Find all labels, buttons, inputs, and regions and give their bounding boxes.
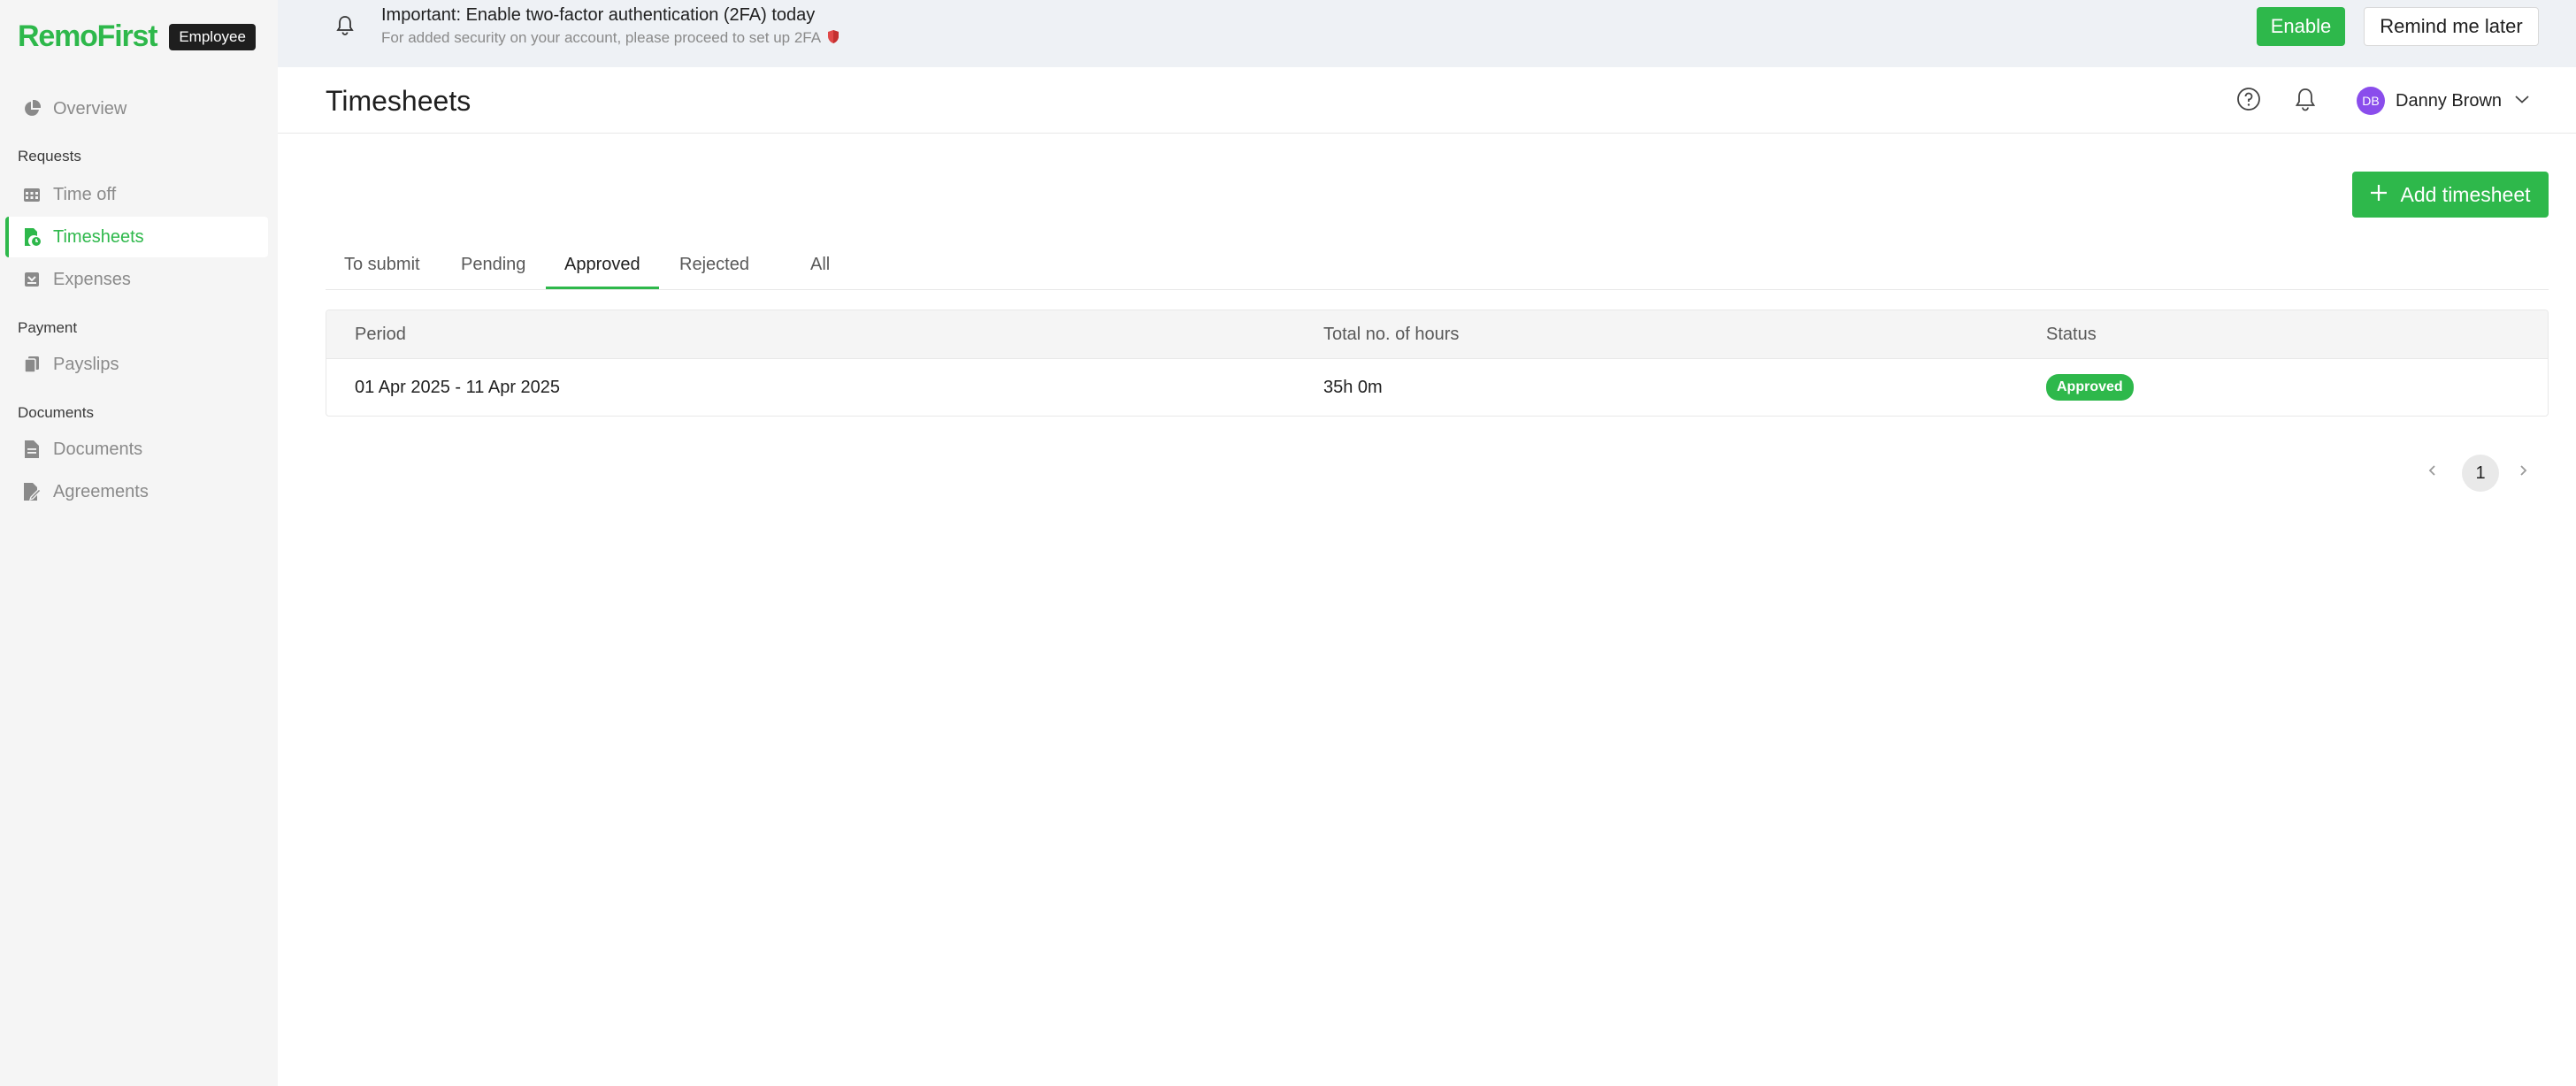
timesheet-icon xyxy=(21,226,42,248)
column-header-period: Period xyxy=(355,325,406,344)
pie-chart-icon xyxy=(21,98,42,119)
remofirst-logo[interactable]: RemoFirst xyxy=(18,19,158,54)
bell-icon xyxy=(336,15,354,41)
cell-period: 01 Apr 2025 - 11 Apr 2025 xyxy=(355,378,561,397)
calendar-icon xyxy=(21,184,42,205)
timesheets-table: Period Total no. of hours Status 01 Apr … xyxy=(326,310,2549,417)
help-icon[interactable] xyxy=(2236,87,2265,115)
sidebar-section-requests: Requests xyxy=(18,148,81,164)
avatar: DB xyxy=(2357,87,2385,115)
sidebar: RemoFirst Employee Overview Requests Tim… xyxy=(0,0,278,1086)
sidebar-item-label: Expenses xyxy=(53,269,131,289)
sidebar-item-documents[interactable]: Documents xyxy=(5,429,268,470)
page-header: Timesheets DB Danny Brown xyxy=(278,67,2576,134)
user-menu[interactable]: DB Danny Brown xyxy=(2357,85,2530,117)
sidebar-item-payslips[interactable]: Payslips xyxy=(5,344,268,385)
two-factor-banner: Important: Enable two-factor authenticat… xyxy=(278,0,2576,67)
tab-rejected[interactable]: Rejected xyxy=(679,251,749,290)
payslip-icon xyxy=(21,354,42,375)
tab-all[interactable]: All xyxy=(810,251,830,290)
pagination-page-current[interactable]: 1 xyxy=(2462,455,2499,492)
pagination-prev-icon[interactable] xyxy=(2427,463,2438,483)
sidebar-item-agreements[interactable]: Agreements xyxy=(5,471,268,512)
document-icon xyxy=(21,439,42,460)
tab-pending[interactable]: Pending xyxy=(461,251,525,290)
sidebar-item-label: Timesheets xyxy=(53,226,144,247)
sidebar-item-label: Time off xyxy=(53,184,117,204)
banner-title: Important: Enable two-factor authenticat… xyxy=(381,5,816,25)
pagination-next-icon[interactable] xyxy=(2518,463,2528,483)
status-tabs: To submit Pending Approved Rejected All xyxy=(326,251,2549,290)
active-tab-indicator xyxy=(546,287,659,289)
sidebar-item-label: Agreements xyxy=(53,481,149,501)
role-badge: Employee xyxy=(169,23,256,50)
page-title: Timesheets xyxy=(326,85,472,117)
shield-icon xyxy=(824,29,840,46)
plus-icon xyxy=(2370,183,2388,207)
sidebar-item-time-off[interactable]: Time off xyxy=(5,174,268,215)
signature-icon xyxy=(21,481,42,502)
sidebar-section-documents: Documents xyxy=(18,404,94,421)
add-timesheet-button[interactable]: Add timesheet xyxy=(2352,172,2549,218)
sidebar-item-label: Documents xyxy=(53,439,143,459)
sidebar-item-overview[interactable]: Overview xyxy=(5,88,268,129)
add-timesheet-label: Add timesheet xyxy=(2400,182,2531,206)
status-badge: Approved xyxy=(2046,374,2134,401)
tab-to-submit[interactable]: To submit xyxy=(344,251,420,290)
table-row[interactable]: 01 Apr 2025 - 11 Apr 2025 35h 0m Approve… xyxy=(326,359,2548,416)
enable-2fa-button[interactable]: Enable xyxy=(2257,7,2345,46)
banner-subtitle-text: For added security on your account, plea… xyxy=(381,29,821,46)
column-header-hours: Total no. of hours xyxy=(1323,325,1460,344)
sidebar-section-payment: Payment xyxy=(18,319,78,336)
sidebar-item-label: Payslips xyxy=(53,354,119,374)
remind-me-later-button[interactable]: Remind me later xyxy=(2364,7,2539,46)
brand: RemoFirst Employee xyxy=(18,19,256,54)
receipt-icon xyxy=(21,269,42,290)
table-header: Period Total no. of hours Status xyxy=(326,310,2548,359)
banner-subtitle: For added security on your account, plea… xyxy=(381,29,840,47)
tab-approved[interactable]: Approved xyxy=(564,251,640,290)
notifications-bell-icon[interactable] xyxy=(2293,87,2321,115)
chevron-down-icon xyxy=(2514,93,2530,109)
user-name: Danny Brown xyxy=(2396,90,2503,111)
sidebar-item-label: Overview xyxy=(53,98,127,119)
cell-hours: 35h 0m xyxy=(1323,378,1383,397)
sidebar-item-timesheets[interactable]: Timesheets xyxy=(5,217,268,257)
sidebar-item-expenses[interactable]: Expenses xyxy=(5,259,268,300)
column-header-status: Status xyxy=(2046,325,2097,344)
